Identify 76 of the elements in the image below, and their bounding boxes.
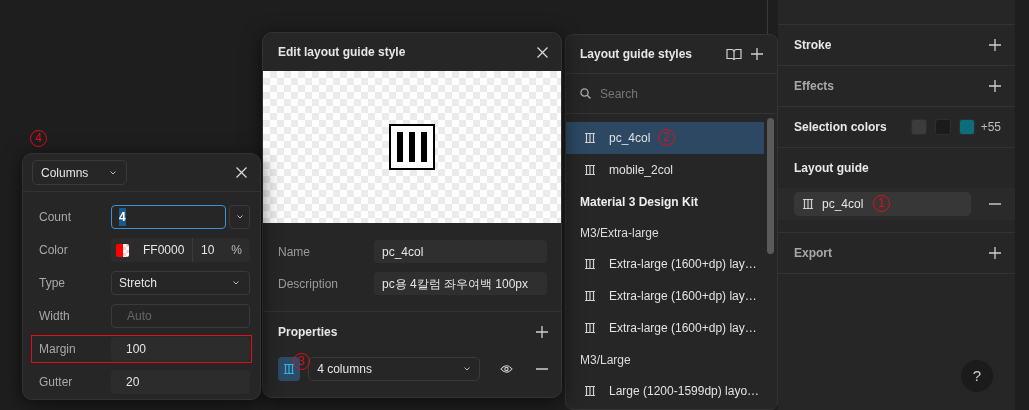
columns-icon [584,132,596,144]
field-label: Color [39,242,69,259]
field-label: Gutter [39,374,74,391]
section-title: Properties [278,324,339,341]
number-field[interactable]: 100 [111,337,250,361]
percent-unit: % [231,242,242,259]
grid-type-select[interactable]: Columns [32,160,127,185]
text-field[interactable]: pc용 4칼럼 좌우여백 100px [374,272,547,295]
style-item[interactable]: Extra-large (1600+dp) lay… [566,312,764,344]
scrollbar-thumb[interactable] [767,118,774,254]
style-item[interactable]: Large (1200-1599dp) layo… [566,375,764,407]
style-name: Large (1200-1599dp) layo… [609,383,760,400]
section-title: Effects [794,78,835,95]
add-icon[interactable] [989,247,1001,259]
chevron-icon [233,281,239,285]
style-name: mobile_2col [609,162,674,179]
columns-icon [283,363,296,375]
chevron-icon [463,367,470,371]
columns-icon [802,198,814,210]
add-icon[interactable] [989,39,1001,51]
search-field[interactable]: Search [600,84,740,103]
columns-icon [584,385,596,397]
panel-title: Layout guide styles [580,46,694,63]
close-icon[interactable] [236,167,247,178]
field-label: Width [39,308,71,325]
section-title: Export [794,245,833,262]
color-swatch[interactable] [958,119,975,135]
columns-preview-icon [389,124,435,170]
type-select[interactable]: Stretch [111,271,250,295]
columns-icon [584,290,596,302]
columns-select[interactable]: 4 columns [308,357,480,381]
add-icon[interactable] [989,80,1001,92]
style-item[interactable]: Extra-large (1600+dp) lay… [566,280,764,312]
eye-icon[interactable] [499,364,513,374]
style-item[interactable]: mobile_2col [566,154,764,186]
color-swatch [116,243,129,257]
field-label: Type [39,275,66,292]
guide-type-button[interactable] [278,357,301,381]
layout-guide-item[interactable]: pc_4col 1 [794,192,971,216]
style-name: Extra-large (1600+dp) lay… [609,256,757,273]
columns-icon [584,164,596,176]
field-label: Name [278,243,311,261]
hex-value: FF0000 [143,242,186,259]
plus-icon[interactable] [751,48,763,60]
section-title: Stroke [794,37,833,54]
guide-name: pc_4col [822,196,864,213]
number-field[interactable]: 20 [111,370,250,394]
style-name: Extra-large (1600+dp) lay… [609,288,757,305]
search-icon [580,88,591,99]
style-item[interactable]: Extra-large (1600+dp) lay… [566,248,764,280]
field-label: Count [39,209,73,226]
chevron-icon [110,170,116,175]
columns-icon [584,258,596,270]
style-name: pc_4col [609,130,651,147]
chevron-icon [236,215,243,219]
field-value: 4 [119,208,126,226]
group-heading: M3/Extra-large [579,224,660,242]
more-count: +55 [980,119,1001,136]
field-label: Margin [39,341,77,358]
field-label: Description [278,275,340,293]
book-icon[interactable] [726,47,742,61]
style-name: Extra-large (1600+dp) lay… [609,320,757,337]
columns-icon [584,322,596,334]
plus-icon[interactable] [536,326,548,338]
color-field[interactable]: FF0000 10 % [111,238,250,262]
section-title: Selection colors [794,119,888,136]
dialog-title: Edit layout guide style [278,44,407,61]
close-icon[interactable] [537,46,548,58]
library-heading: Material 3 Design Kit [579,193,700,211]
opacity-value: 10 [201,242,216,259]
group-heading: M3/Large [579,351,632,369]
style-item[interactable]: pc_4col 2 [566,122,764,154]
section-title: Layout guide [794,160,870,177]
count-field[interactable]: 4 [111,205,226,229]
number-field[interactable]: Auto [111,304,250,328]
text-field[interactable]: pc_4col [374,240,547,263]
